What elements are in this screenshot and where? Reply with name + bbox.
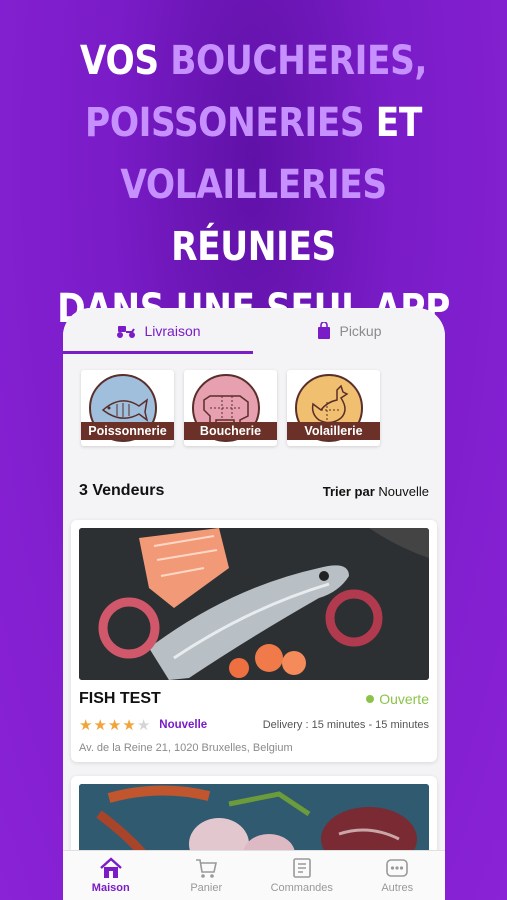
- headline-text: VOS: [79, 38, 171, 84]
- phone-screen: Livraison Pickup Poissonnerie Boucherie …: [63, 308, 445, 900]
- category-label: Volaillerie: [287, 422, 380, 440]
- category-boucherie[interactable]: Boucherie: [184, 370, 277, 446]
- vendors-count: 3 Vendeurs: [79, 482, 165, 499]
- nav-label: Maison: [91, 882, 130, 894]
- headline-highlight: VOLAILLERIES: [120, 162, 387, 208]
- promo-headline: VOS BOUCHERIES, POISSONERIES ET VOLAILLE…: [35, 30, 471, 340]
- category-label: Poissonnerie: [81, 422, 174, 440]
- vendor-card[interactable]: FISH TEST Ouverte ★★★★★ Nouvelle Deliver…: [71, 520, 437, 762]
- nav-label: Autres: [381, 882, 414, 894]
- status-badge: Ouverte: [366, 691, 429, 707]
- new-badge: Nouvelle: [159, 719, 208, 731]
- shopping-bag-icon: [318, 322, 331, 339]
- star-icon: ★: [93, 717, 108, 734]
- cart-icon: [196, 859, 218, 878]
- rating-stars: ★★★★★: [79, 716, 151, 734]
- orders-icon: [292, 858, 311, 878]
- category-list: Poissonnerie Boucherie Volaillerie: [63, 354, 445, 446]
- headline-text: RÉUNIES: [171, 224, 336, 270]
- nav-label: Panier: [190, 882, 223, 894]
- headline-text: ET: [364, 100, 423, 146]
- delivery-time: Delivery : 15 minutes - 15 minutes: [262, 719, 429, 731]
- sort-value: Nouvelle: [378, 483, 429, 499]
- status-text: Ouverte: [379, 691, 429, 707]
- sort-control[interactable]: Trier par Nouvelle: [323, 484, 429, 499]
- star-empty-icon: ★: [136, 717, 152, 734]
- vendor-title-row: FISH TEST Ouverte: [79, 690, 429, 708]
- vendor-address: Av. de la Reine 21, 1020 Bruxelles, Belg…: [79, 742, 293, 754]
- home-icon: [99, 857, 122, 878]
- nav-label: Commandes: [270, 882, 333, 894]
- tab-pickup[interactable]: Pickup: [254, 308, 445, 354]
- headline-highlight: BOUCHERIES,: [170, 38, 428, 84]
- star-icon: ★: [122, 717, 137, 734]
- active-tab-indicator: [63, 351, 253, 354]
- star-icon: ★: [79, 717, 94, 734]
- category-poissonnerie[interactable]: Poissonnerie: [81, 370, 174, 446]
- bottom-navigation: Maison Panier Commandes Autres: [63, 850, 445, 900]
- tab-livraison[interactable]: Livraison: [63, 308, 254, 354]
- vendor-image: [79, 528, 429, 680]
- category-volaillerie[interactable]: Volaillerie: [287, 370, 380, 446]
- category-label: Boucherie: [184, 422, 277, 440]
- vendors-header: 3 Vendeurs Trier par Nouvelle: [63, 482, 445, 500]
- nav-panier[interactable]: Panier: [159, 851, 255, 900]
- headline-highlight: POISSONERIES: [85, 100, 365, 146]
- status-dot-icon: [366, 695, 375, 703]
- vendor-meta: ★★★★★ Nouvelle Delivery : 15 minutes - 1…: [79, 716, 429, 734]
- nav-autres[interactable]: Autres: [350, 851, 446, 900]
- nav-commandes[interactable]: Commandes: [254, 851, 350, 900]
- vendor-name: FISH TEST: [79, 690, 161, 707]
- nav-maison[interactable]: Maison: [63, 851, 159, 900]
- sort-label: Trier par: [322, 483, 375, 499]
- tab-label: Livraison: [144, 323, 201, 339]
- delivery-mode-tabs: Livraison Pickup: [63, 308, 445, 354]
- star-icon: ★: [107, 717, 123, 734]
- tab-label: Pickup: [339, 323, 382, 339]
- more-icon: [386, 859, 409, 877]
- scooter-icon: [117, 326, 136, 338]
